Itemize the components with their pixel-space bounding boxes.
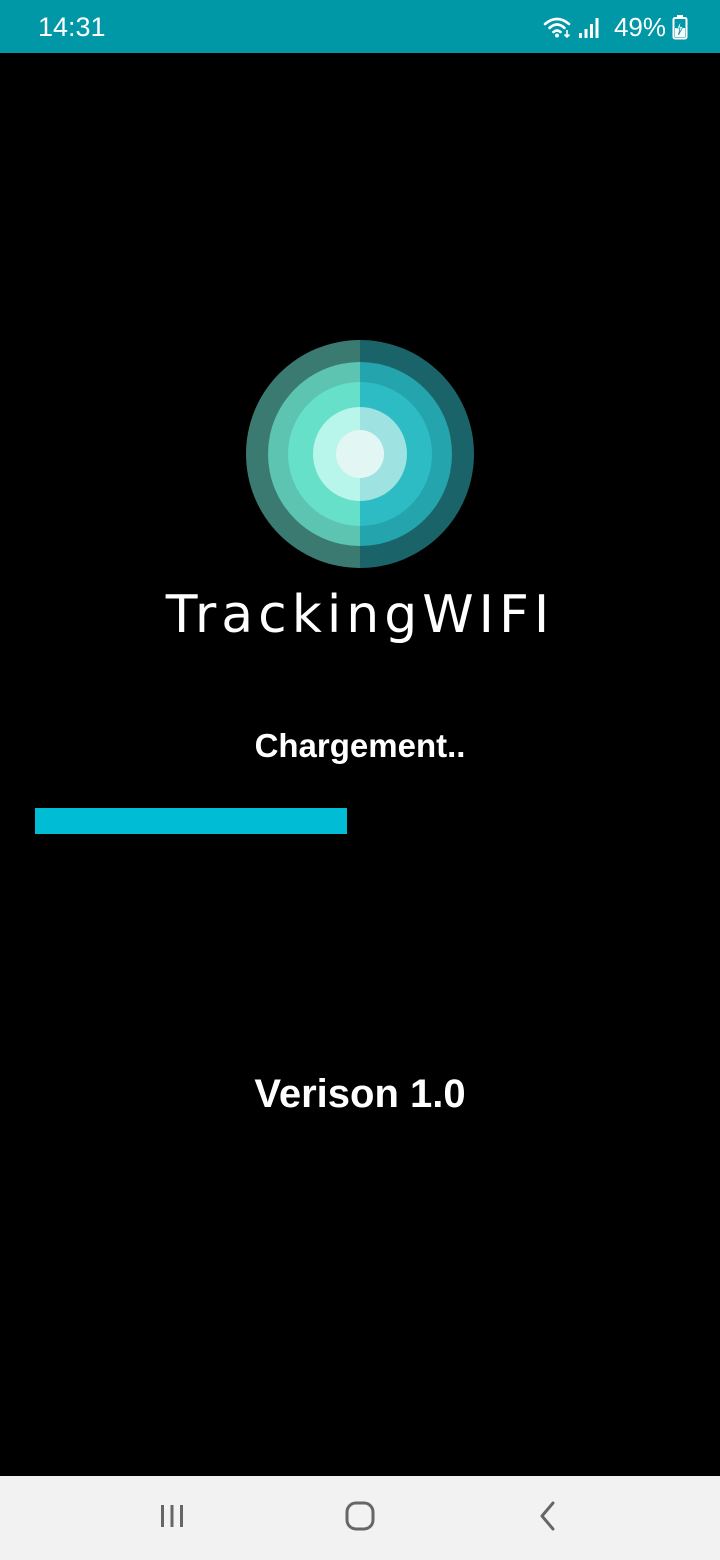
- battery-charging-icon: [672, 14, 688, 40]
- home-button[interactable]: [330, 1494, 390, 1542]
- wifi-icon: [542, 15, 572, 39]
- recents-icon: [157, 1502, 187, 1535]
- battery-percent: 49%: [613, 12, 666, 42]
- loading-progress-fill: [35, 808, 347, 834]
- navigation-bar: [0, 1476, 720, 1560]
- recents-button[interactable]: [142, 1494, 202, 1542]
- splash-screen: 14:31 49% TrackingWIFI Chargement.. Veri…: [0, 0, 720, 1560]
- status-bar: 14:31 49%: [0, 0, 720, 53]
- back-button[interactable]: [518, 1494, 578, 1542]
- home-icon: [344, 1500, 376, 1537]
- loading-label: Chargement..: [254, 727, 466, 764]
- signal-icon: [578, 15, 600, 39]
- status-time: 14:31: [38, 12, 106, 42]
- status-icons: 49%: [542, 10, 688, 44]
- concentric-circles-logo: [246, 340, 474, 568]
- loading-progress-bar: [35, 808, 685, 834]
- version-label: Verison 1.0: [254, 1072, 466, 1116]
- back-icon: [536, 1500, 560, 1537]
- brand-name: TrackingWIFI: [165, 585, 555, 645]
